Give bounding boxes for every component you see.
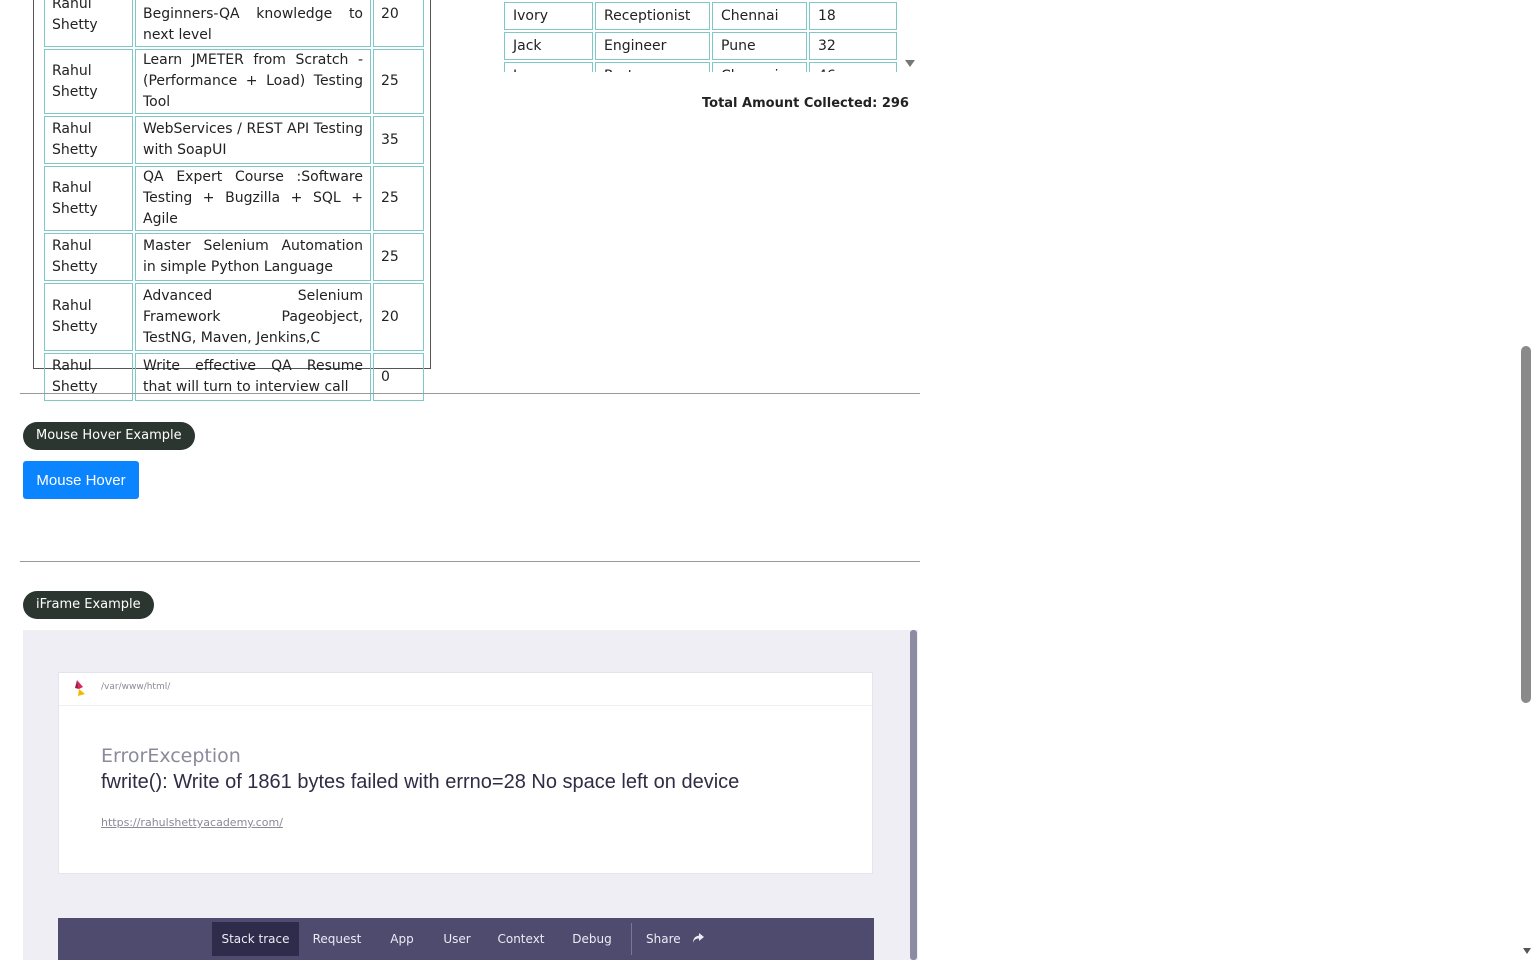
- person-city-cell: Pune: [712, 32, 807, 60]
- person-name-cell: Jack: [504, 32, 593, 60]
- error-card: /var/www/html/ ErrorException fwrite(): …: [58, 672, 873, 874]
- tab-request[interactable]: Request: [308, 922, 366, 956]
- person-position-cell: Postman: [595, 62, 710, 72]
- course-instructor-cell: Rahul Shetty: [44, 166, 133, 231]
- course-instructor-cell: Rahul Shetty: [44, 283, 133, 351]
- exception-type: ErrorException: [101, 745, 241, 767]
- course-price-cell: 20: [373, 0, 424, 47]
- total-amount-label: Total Amount Collected:: [702, 96, 878, 111]
- course-instructor-cell: Rahul Shetty: [44, 233, 133, 281]
- person-position-cell: Receptionist: [595, 2, 710, 30]
- course-table-container: Rahul Shetty WebSecurity Testing for Beg…: [33, 0, 431, 401]
- table-row: Rahul Shetty Master Selenium Automation …: [44, 233, 424, 281]
- course-instructor-cell: Rahul Shetty: [44, 116, 133, 164]
- person-position-cell: Engineer: [595, 32, 710, 60]
- tab-app[interactable]: App: [383, 922, 421, 956]
- course-instructor-cell: Rahul Shetty: [44, 0, 133, 47]
- total-amount-text: Total Amount Collected: 296: [702, 96, 909, 111]
- section-divider: [20, 561, 920, 562]
- course-name-cell: QA Expert Course :Software Testing + Bug…: [135, 166, 371, 231]
- person-name-cell: Ivory: [504, 2, 593, 30]
- person-name-cell: Jo: [504, 62, 593, 72]
- course-name-cell: WebServices / REST API Testing with Soap…: [135, 116, 371, 164]
- course-name-cell: WebSecurity Testing for Beginners-QA kno…: [135, 0, 371, 47]
- tab-user[interactable]: User: [438, 922, 476, 956]
- table-row: Rahul Shetty WebServices / REST API Test…: [44, 116, 424, 164]
- share-button[interactable]: Share: [646, 922, 716, 956]
- iframe-scrollbar[interactable]: [910, 630, 917, 960]
- section-divider: [20, 393, 920, 394]
- person-amount-cell: 18: [809, 2, 897, 30]
- people-table: Ivory Receptionist Chennai 18 Jack Engin…: [502, 0, 899, 72]
- iframe-legend: iFrame Example: [23, 591, 154, 619]
- table-row: Jo Postman Chennai 46: [504, 62, 897, 72]
- person-city-cell: Chennai: [712, 62, 807, 72]
- person-city-cell: Chennai: [712, 2, 807, 30]
- course-name-cell: Learn JMETER from Scratch - (Performance…: [135, 49, 371, 114]
- course-price-cell: 20: [373, 283, 424, 351]
- course-name-cell: Advanced Selenium Framework Pageobject, …: [135, 283, 371, 351]
- course-table: Rahul Shetty WebSecurity Testing for Beg…: [42, 0, 426, 403]
- tab-debug[interactable]: Debug: [566, 922, 618, 956]
- table-row: Rahul Shetty WebSecurity Testing for Beg…: [44, 0, 424, 47]
- courses-iframe[interactable]: /var/www/html/ ErrorException fwrite(): …: [23, 630, 918, 960]
- tab-stack-trace[interactable]: Stack trace: [212, 922, 299, 956]
- table-row: Jack Engineer Pune 32: [504, 32, 897, 60]
- error-card-header: /var/www/html/: [59, 673, 872, 706]
- person-amount-cell: 46: [809, 62, 897, 72]
- course-name-cell: Master Selenium Automation in simple Pyt…: [135, 233, 371, 281]
- scroll-down-arrow-icon[interactable]: [1523, 948, 1531, 954]
- share-arrow-icon: [693, 933, 705, 943]
- exception-message: fwrite(): Write of 1861 bytes failed wit…: [101, 771, 740, 793]
- people-table-scroll-area[interactable]: Ivory Receptionist Chennai 18 Jack Engin…: [502, 0, 918, 72]
- table-row: Rahul Shetty Learn JMETER from Scratch -…: [44, 49, 424, 114]
- flare-logo-icon: [75, 680, 85, 696]
- page-scrollbar-thumb[interactable]: [1521, 346, 1531, 703]
- course-price-cell: 35: [373, 116, 424, 164]
- course-price-cell: 25: [373, 233, 424, 281]
- tab-context[interactable]: Context: [492, 922, 550, 956]
- error-url-link[interactable]: https://rahulshettyacademy.com/: [101, 816, 283, 829]
- error-path: /var/www/html/: [101, 682, 171, 692]
- course-instructor-cell: Rahul Shetty: [44, 49, 133, 114]
- total-amount-value: 296: [881, 96, 909, 111]
- share-label: Share: [646, 932, 681, 946]
- person-amount-cell: 32: [809, 32, 897, 60]
- table-row: Rahul Shetty QA Expert Course :Software …: [44, 166, 424, 231]
- scroll-down-arrow-icon[interactable]: [905, 60, 915, 67]
- course-price-cell: 25: [373, 166, 424, 231]
- mouse-hover-button[interactable]: Mouse Hover: [23, 461, 139, 499]
- course-price-cell: 25: [373, 49, 424, 114]
- table-row: Ivory Receptionist Chennai 18: [504, 2, 897, 30]
- mouse-hover-legend: Mouse Hover Example: [23, 422, 195, 450]
- nav-divider: [631, 923, 632, 955]
- error-tabs-nav: Stack trace Request App User Context Deb…: [58, 918, 874, 960]
- table-row: Rahul Shetty Advanced Selenium Framework…: [44, 283, 424, 351]
